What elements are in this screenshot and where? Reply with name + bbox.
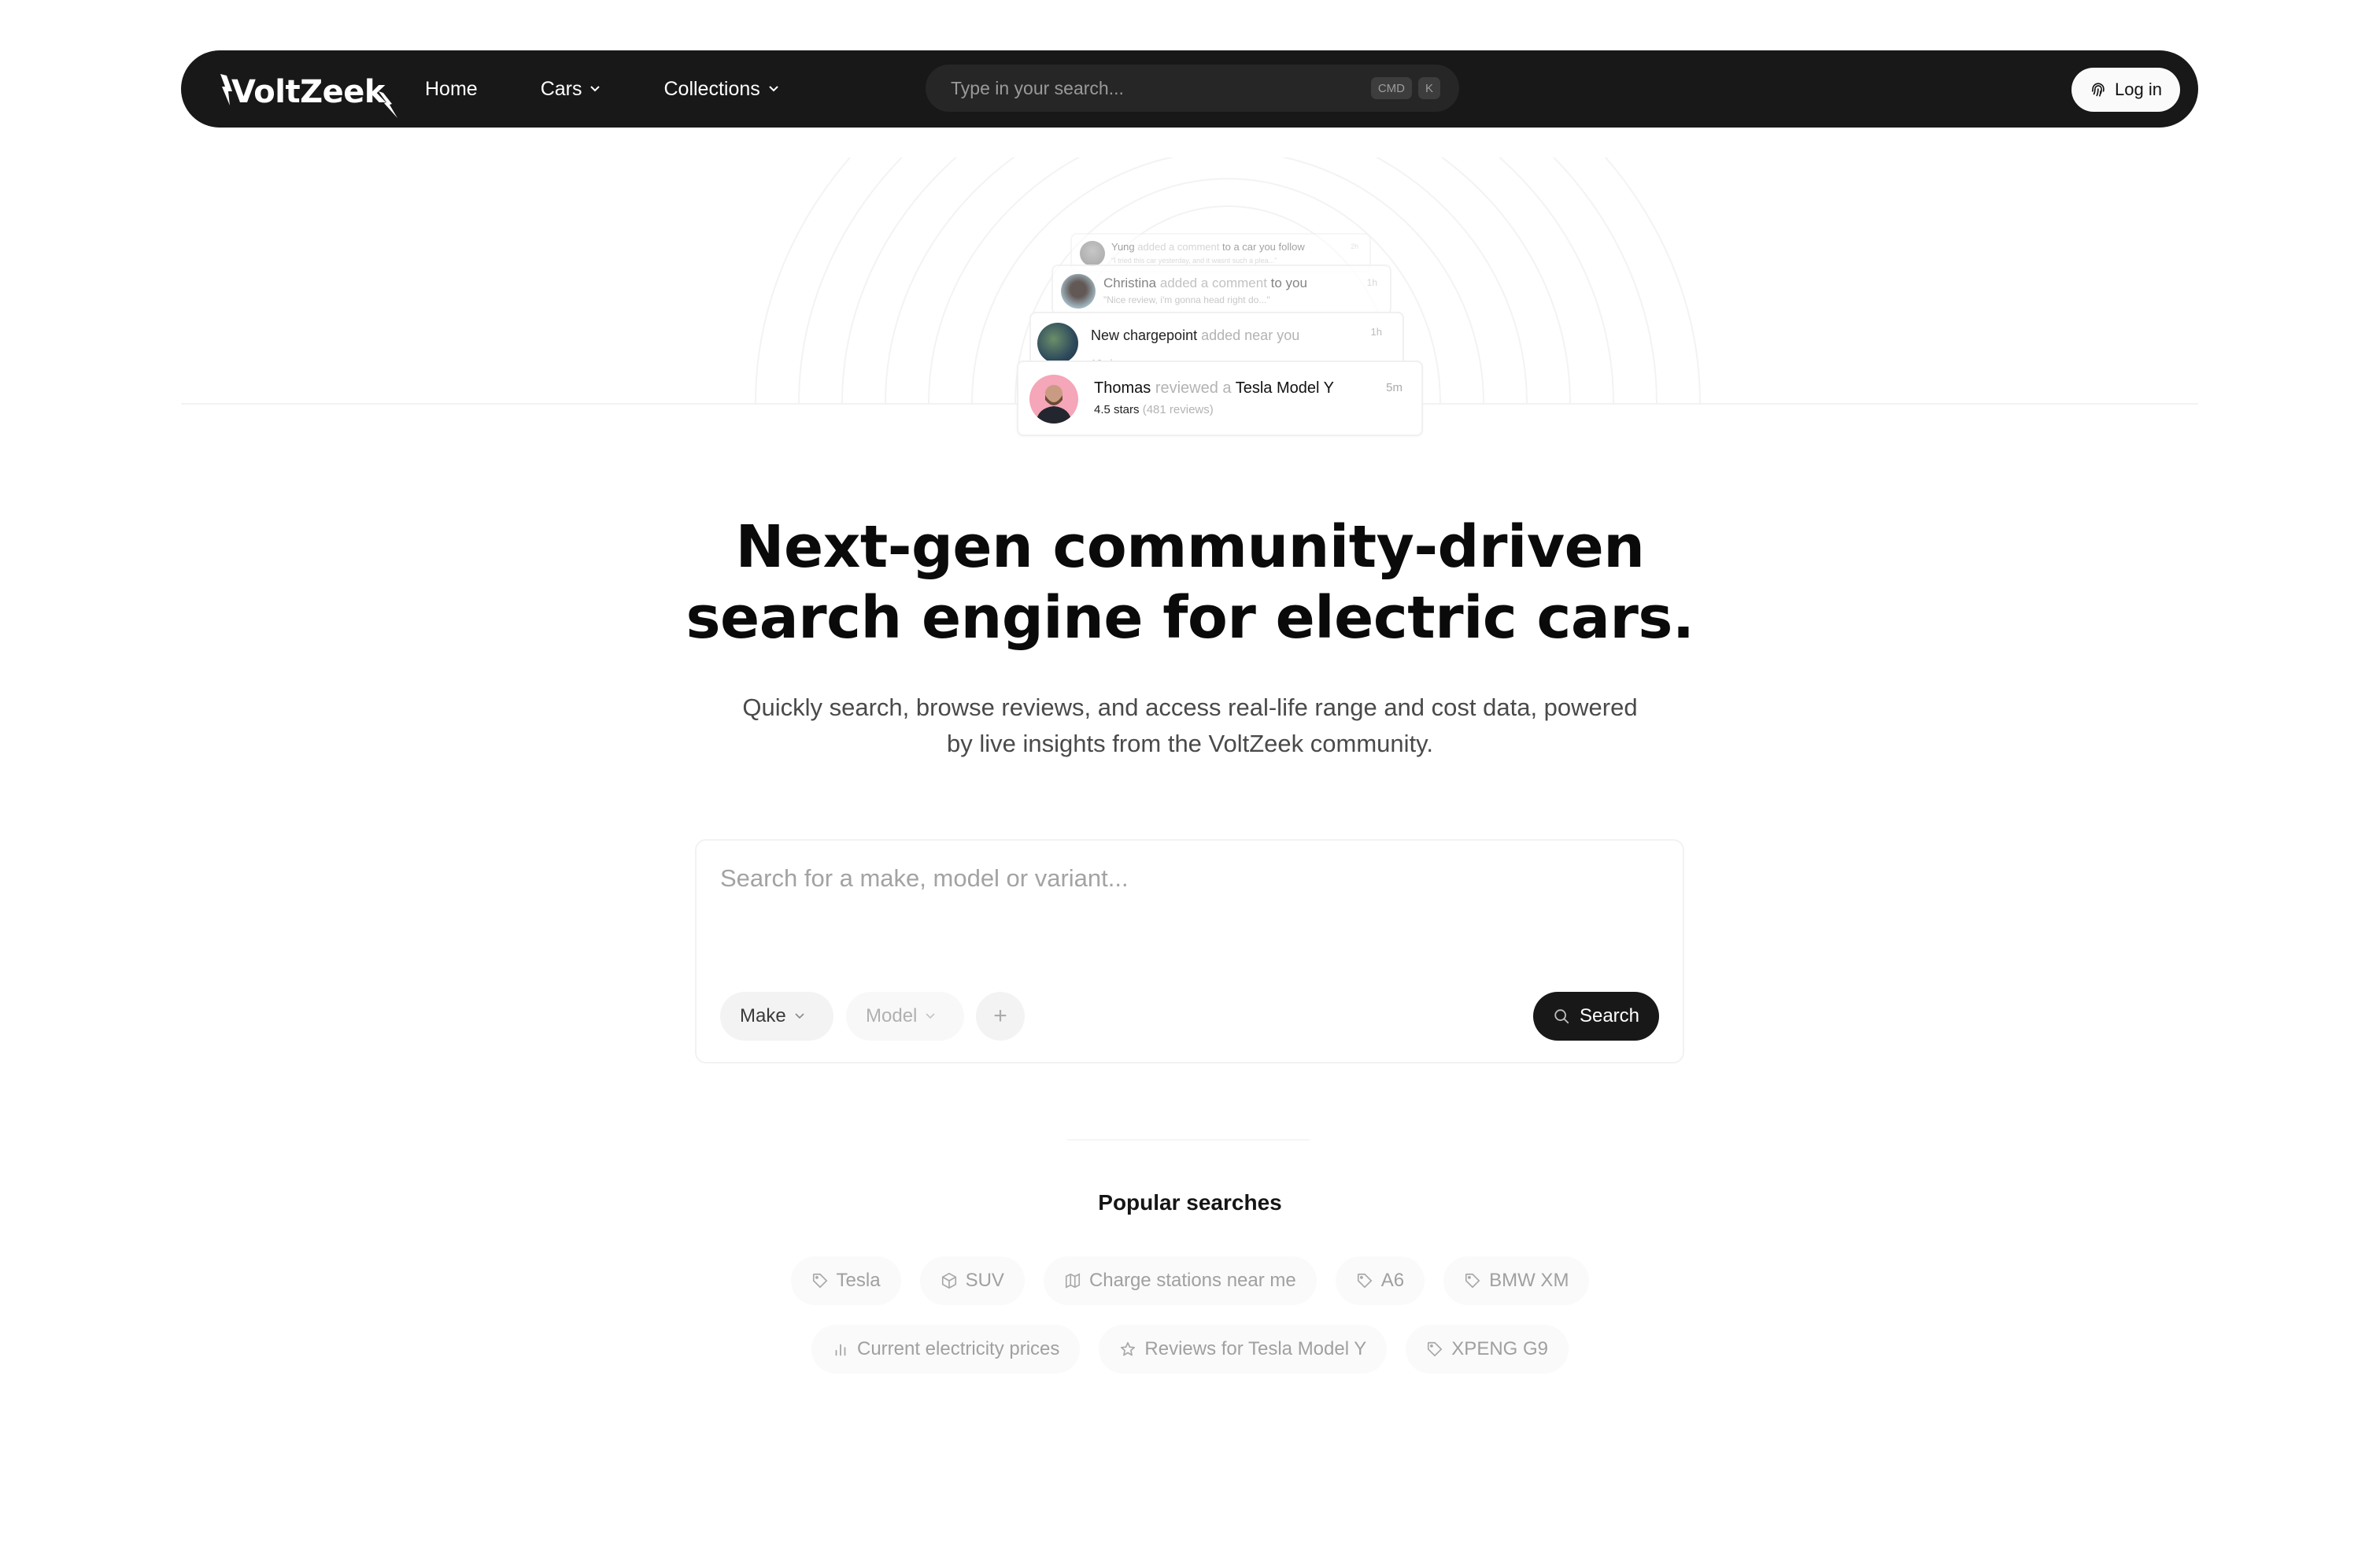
- lightning-bolt-icon: [378, 91, 397, 118]
- user-avatar: [1029, 375, 1078, 423]
- tag-icon: [1428, 1341, 1443, 1357]
- popular-chip-suv[interactable]: SUV: [919, 1256, 1025, 1305]
- make-filter-label: Make: [740, 1005, 786, 1026]
- globe-avatar: [1037, 323, 1078, 364]
- nav-cars[interactable]: Cars: [541, 78, 601, 101]
- tag-icon: [1357, 1273, 1373, 1289]
- search-icon: [1554, 1009, 1569, 1024]
- activity-target: to a car you follow: [1221, 241, 1305, 253]
- logo[interactable]: VoltZeek: [219, 69, 397, 118]
- nav-search-input[interactable]: [951, 77, 1365, 99]
- box-icon: [941, 1272, 956, 1289]
- subhead-line-2: by live insights from the VoltZeek commu…: [947, 730, 1433, 757]
- activity-actor: Christina: [1103, 276, 1157, 290]
- headline-line-1: Next-gen community-driven: [735, 513, 1645, 581]
- bar-chart-icon: [835, 1344, 846, 1356]
- nav-collections-label: Collections: [663, 77, 760, 100]
- make-filter-dropdown[interactable]: Make: [720, 992, 833, 1041]
- popular-searches-row-2: Current electricity prices Reviews for T…: [0, 1325, 2380, 1374]
- chip-label: XPENG G9: [1451, 1338, 1549, 1359]
- popular-chip-xpeng-g9[interactable]: XPENG G9: [1406, 1325, 1569, 1374]
- activity-action: added near you: [1201, 327, 1300, 343]
- chevron-down-icon: [795, 1013, 804, 1019]
- search-button-label: Search: [1579, 1005, 1640, 1026]
- chip-label: BMW XM: [1489, 1270, 1569, 1291]
- logo-text: VoltZeek: [231, 74, 385, 110]
- chevron-down-icon: [590, 86, 601, 92]
- popular-chip-bmw-xm[interactable]: BMW XM: [1443, 1256, 1590, 1305]
- tag-icon: [812, 1273, 827, 1289]
- chip-label: Reviews for Tesla Model Y: [1144, 1338, 1367, 1359]
- user-avatar: [1080, 241, 1105, 266]
- popular-searches-title: Popular searches: [1098, 1190, 1282, 1215]
- login-label: Log in: [2115, 80, 2162, 99]
- nav-home-label: Home: [425, 77, 478, 100]
- model-filter-dropdown[interactable]: Model: [846, 992, 964, 1041]
- main-search-box: Make Model + Search: [695, 839, 1684, 1063]
- hero-subheading: Quickly search, browse reviews, and acce…: [0, 690, 2380, 762]
- user-avatar: [1061, 274, 1096, 309]
- shortcut-key-k: K: [1417, 77, 1440, 99]
- nav-cars-label: Cars: [540, 77, 582, 100]
- activity-title: New chargepoint added near you: [1091, 327, 1299, 344]
- plus-icon: +: [993, 1003, 1007, 1029]
- popular-chip-charge-stations[interactable]: Charge stations near me: [1043, 1256, 1317, 1305]
- chip-label: Current electricity prices: [856, 1338, 1060, 1359]
- popular-chip-electricity-prices[interactable]: Current electricity prices: [811, 1325, 1081, 1374]
- chip-label: A6: [1380, 1270, 1405, 1291]
- activity-target: Tesla Model Y: [1235, 379, 1334, 397]
- chip-label: Charge stations near me: [1088, 1270, 1296, 1291]
- activity-time: 2h: [1350, 242, 1358, 250]
- activity-actor: Thomas: [1094, 379, 1151, 397]
- chip-label: SUV: [965, 1270, 1004, 1291]
- activity-title: Christina added a comment to you: [1103, 276, 1307, 291]
- login-button[interactable]: Log in: [2071, 68, 2180, 112]
- nav-search-bar[interactable]: CMD K: [926, 65, 1459, 112]
- nav-collections[interactable]: Collections: [663, 78, 778, 101]
- section-divider: [1067, 1139, 1310, 1141]
- chip-label: Tesla: [836, 1270, 881, 1291]
- activity-target: to you: [1270, 276, 1307, 290]
- top-navbar: VoltZeek Home Cars Collections CMD K Log…: [181, 50, 2198, 128]
- nav-home[interactable]: Home: [425, 78, 478, 101]
- review-count: (481 reviews): [1142, 403, 1214, 416]
- popular-chip-tesla[interactable]: Tesla: [790, 1256, 901, 1305]
- popular-chip-a6[interactable]: A6: [1335, 1256, 1425, 1305]
- hero-headline: Next-gen community-driven search engine …: [0, 512, 2380, 653]
- activity-snippet: "Nice review, i'm gonna head right do...…: [1103, 294, 1270, 305]
- activity-action: added a comment: [1137, 241, 1220, 253]
- fingerprint-icon: [2091, 83, 2105, 97]
- activity-action: added a comment: [1159, 276, 1267, 290]
- rating-value: 4.5 stars: [1094, 403, 1140, 416]
- person-portrait-icon: [1036, 385, 1072, 423]
- activity-time: 5m: [1386, 381, 1402, 394]
- activity-snippet: "I tried this car yesterday, and it wasn…: [1111, 257, 1277, 264]
- activity-actor: New chargepoint: [1091, 327, 1198, 343]
- main-search-input[interactable]: [720, 864, 1657, 990]
- model-filter-label: Model: [866, 1005, 918, 1026]
- tag-icon: [1465, 1273, 1480, 1289]
- popular-searches-row-1: Tesla SUV Charge stations near me A6 BMW…: [0, 1256, 2380, 1305]
- shortcut-key-cmd: CMD: [1370, 77, 1412, 99]
- activity-title: Thomas reviewed a Tesla Model Y: [1094, 379, 1334, 398]
- subhead-line-1: Quickly search, browse reviews, and acce…: [742, 693, 1638, 721]
- headline-line-2: search engine for electric cars.: [686, 584, 1694, 652]
- nav-links: Home Cars Collections: [425, 50, 842, 128]
- activity-action: reviewed a: [1155, 379, 1232, 397]
- activity-rating: 4.5 stars (481 reviews): [1094, 403, 1214, 416]
- popular-chip-tesla-reviews[interactable]: Reviews for Tesla Model Y: [1099, 1325, 1388, 1374]
- lightning-bolt-icon: [220, 74, 232, 105]
- map-icon: [1065, 1273, 1081, 1289]
- add-filter-button[interactable]: +: [976, 992, 1025, 1041]
- search-button[interactable]: Search: [1533, 992, 1659, 1041]
- star-icon: [1121, 1341, 1136, 1356]
- activity-time: 1h: [1366, 277, 1377, 288]
- activity-actor: Yung: [1111, 241, 1135, 253]
- activity-card: Christina added a comment to you "Nice r…: [1051, 264, 1391, 315]
- activity-card: Thomas reviewed a Tesla Model Y 4.5 star…: [1017, 361, 1423, 436]
- chevron-down-icon: [769, 86, 778, 92]
- activity-time: 1h: [1370, 326, 1382, 338]
- chevron-down-icon: [926, 1013, 935, 1019]
- activity-title: Yung added a comment to a car you follow: [1111, 241, 1305, 253]
